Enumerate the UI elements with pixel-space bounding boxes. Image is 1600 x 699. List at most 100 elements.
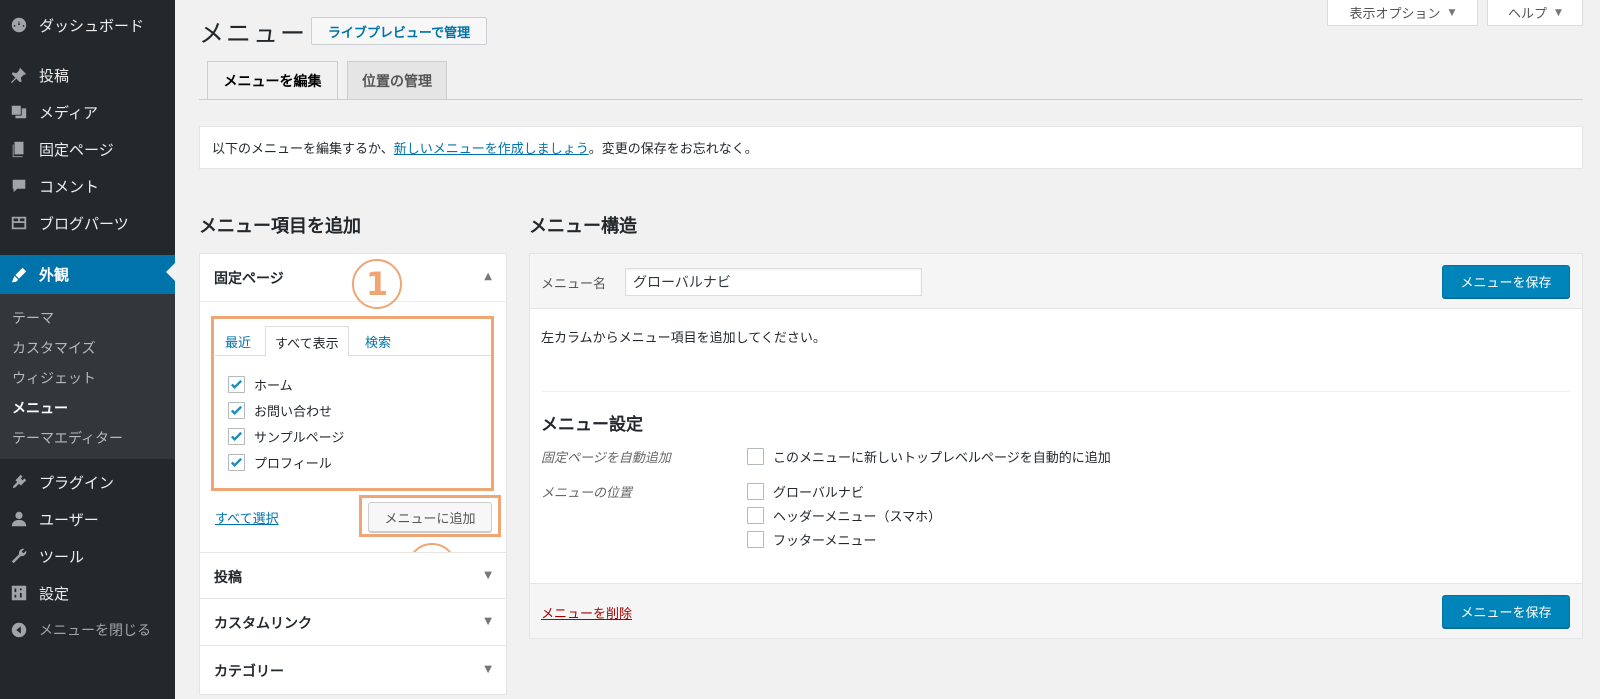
accordion-divider — [200, 301, 506, 302]
sidebar-item-media[interactable]: メディア — [0, 95, 175, 129]
location-option-label: グローバルナビ — [773, 486, 864, 501]
menu-name-label: メニュー名 — [541, 277, 607, 292]
sidebar-item-pages[interactable]: 固定ページ — [0, 132, 175, 166]
tab-divider — [199, 99, 1583, 100]
screen-options-button[interactable]: 表示オプション ▼ — [1327, 0, 1478, 26]
dashboard-icon — [9, 15, 29, 35]
custom-links-accordion[interactable]: カスタムリンク ▼ — [199, 598, 507, 646]
arrow-down-icon[interactable]: ▼ — [484, 616, 492, 627]
select-all-link[interactable]: すべて選択 — [215, 508, 279, 527]
admin-sidebar: ダッシュボード 投稿 メディア 固定ページ コメント ブログパーツ 外観 テーマ… — [0, 0, 175, 699]
checkbox-unchecked[interactable] — [747, 531, 764, 548]
sidebar-item-users[interactable]: ユーザー — [0, 502, 175, 536]
menu-panel-footer — [529, 583, 1583, 639]
sidebar-item-label: コメント — [39, 177, 100, 196]
live-preview-button[interactable]: ライブプレビューで管理 — [311, 17, 487, 45]
sidebar-item-label: メディア — [39, 103, 98, 122]
save-menu-button-top[interactable]: メニューを保存 — [1442, 265, 1570, 298]
sidebar-item-label: メニューを閉じる — [39, 623, 151, 639]
location-option[interactable]: ヘッダーメニュー（スマホ） — [747, 506, 941, 525]
pages-icon — [9, 139, 29, 159]
custom-links-section-title[interactable]: カスタムリンク — [214, 613, 312, 633]
sidebar-item-posts[interactable]: 投稿 — [0, 58, 175, 92]
submenu-item-themes[interactable]: テーマ — [12, 308, 54, 328]
menu-structure-heading: メニュー構造 — [529, 216, 637, 237]
menu-name-input[interactable]: グローバルナビ — [625, 268, 922, 296]
sidebar-item-label: ツール — [39, 547, 85, 566]
media-icon — [9, 102, 29, 122]
collapse-arrow-icon — [9, 620, 29, 640]
delete-menu-link[interactable]: メニューを削除 — [541, 603, 632, 622]
location-option-label: ヘッダーメニュー（スマホ） — [773, 510, 942, 525]
menu-management-panel — [529, 253, 1583, 639]
sidebar-item-tools[interactable]: ツール — [0, 539, 175, 573]
menu-settings-heading: メニュー設定 — [541, 415, 643, 435]
screen-options-label: 表示オプション — [1349, 7, 1441, 22]
checkbox-unchecked[interactable] — [747, 483, 764, 500]
submenu-item-theme-editor[interactable]: テーマエディター — [12, 428, 123, 448]
add-items-hint: 左カラムからメニュー項目を追加してください。 — [541, 331, 826, 346]
sidebar-item-label: 外観 — [39, 266, 70, 284]
arrow-down-icon[interactable]: ▼ — [484, 570, 492, 581]
highlight-box-2 — [359, 495, 501, 537]
tab-manage-locations[interactable]: 位置の管理 — [347, 61, 447, 99]
sidebar-item-label: 設定 — [39, 584, 70, 603]
menu-location-label: メニューの位置 — [541, 486, 633, 501]
categories-accordion[interactable]: カテゴリー ▼ — [199, 645, 507, 695]
arrow-up-icon[interactable]: ▲ — [484, 271, 492, 282]
auto-add-option[interactable]: このメニューに新しいトップレベルページを自動的に追加 — [747, 447, 1111, 466]
location-option-label: フッターメニュー — [773, 534, 877, 549]
categories-section-title[interactable]: カテゴリー — [214, 661, 284, 681]
sidebar-item-label: 固定ページ — [39, 140, 114, 159]
highlight-box-1 — [211, 316, 494, 491]
section-divider — [541, 391, 1570, 392]
sidebar-item-appearance[interactable]: 外観 — [0, 255, 175, 294]
pages-section-title[interactable]: 固定ページ — [214, 268, 284, 288]
sidebar-item-settings[interactable]: 設定 — [0, 576, 175, 610]
submenu-item-widgets[interactable]: ウィジェット — [12, 368, 96, 388]
auto-add-label: 固定ページを自動追加 — [541, 451, 671, 466]
save-menu-button-bottom[interactable]: メニューを保存 — [1442, 595, 1570, 628]
annotation-number-1: 1 — [352, 259, 402, 309]
submenu-item-customize[interactable]: カスタマイズ — [12, 338, 96, 358]
sidebar-item-dashboard[interactable]: ダッシュボード — [0, 8, 175, 42]
checkbox-unchecked[interactable] — [747, 448, 764, 465]
plugin-icon — [9, 472, 29, 492]
sidebar-item-label: ユーザー — [39, 510, 99, 529]
help-button[interactable]: ヘルプ ▼ — [1487, 0, 1583, 26]
location-option[interactable]: グローバルナビ — [747, 482, 864, 501]
appearance-submenu: テーマ カスタマイズ ウィジェット メニュー テーマエディター — [0, 294, 175, 459]
checkbox-unchecked[interactable] — [747, 507, 764, 524]
settings-icon — [9, 583, 29, 603]
sidebar-item-label: プラグイン — [39, 473, 115, 492]
posts-section-title[interactable]: 投稿 — [214, 567, 242, 587]
collapse-menu-button[interactable]: メニューを閉じる — [0, 613, 175, 647]
sidebar-item-plugins[interactable]: プラグイン — [0, 465, 175, 499]
sidebar-item-label: ダッシュボード — [39, 16, 145, 35]
location-option[interactable]: フッターメニュー — [747, 530, 876, 549]
sidebar-item-comments[interactable]: コメント — [0, 169, 175, 203]
pin-icon — [9, 65, 29, 85]
arrow-down-icon[interactable]: ▼ — [484, 664, 492, 675]
user-icon — [9, 509, 29, 529]
edit-notice: 以下のメニューを編集するか、 新しいメニューを作成しましょう 。変更の保存をお忘… — [199, 126, 1583, 169]
sidebar-item-label: ブログパーツ — [39, 214, 129, 233]
brush-icon — [9, 265, 29, 285]
wrench-icon — [9, 546, 29, 566]
notice-text-after: 。変更の保存をお忘れなく。 — [588, 142, 758, 157]
sidebar-item-blog-parts[interactable]: ブログパーツ — [0, 206, 175, 240]
page-title: メニュー — [199, 19, 308, 48]
create-new-menu-link[interactable]: 新しいメニューを作成しましょう — [394, 138, 589, 157]
add-menu-items-heading: メニュー項目を追加 — [199, 216, 361, 237]
comment-icon — [9, 176, 29, 196]
help-label: ヘルプ — [1508, 7, 1548, 22]
tab-edit-menus[interactable]: メニューを編集 — [207, 61, 338, 100]
triangle-down-icon: ▼ — [1448, 7, 1456, 18]
submenu-item-menus[interactable]: メニュー — [12, 398, 68, 418]
sidebar-item-label: 投稿 — [39, 66, 70, 85]
widget-grid-icon — [9, 213, 29, 233]
triangle-down-icon: ▼ — [1555, 7, 1562, 18]
posts-accordion[interactable]: 投稿 ▼ — [199, 552, 507, 599]
notice-text-before: 以下のメニューを編集するか、 — [212, 142, 394, 157]
auto-add-option-label: このメニューに新しいトップレベルページを自動的に追加 — [773, 451, 1111, 466]
